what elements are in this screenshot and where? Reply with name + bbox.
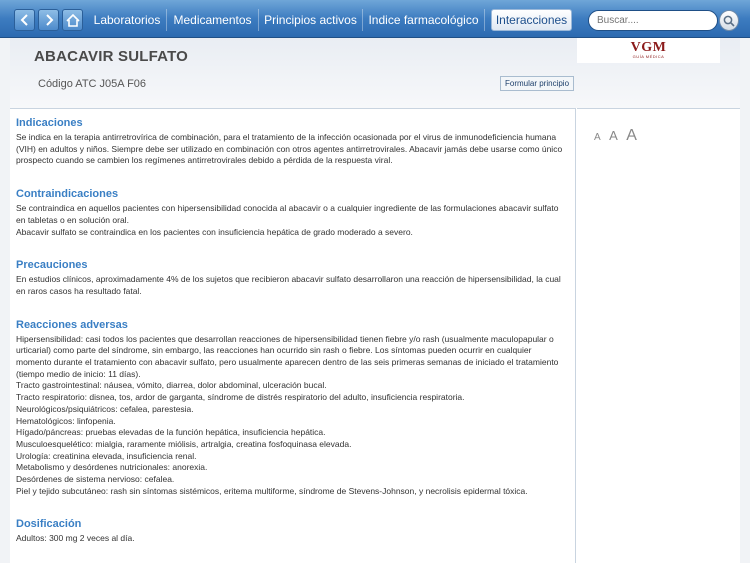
left-margin xyxy=(0,38,10,563)
tab-indice-farmacologico[interactable]: Indice farmacológico xyxy=(363,9,485,31)
section-body: Se contraindica en aquellos pacientes co… xyxy=(16,203,559,237)
tab-medicamentos[interactable]: Medicamentos xyxy=(167,9,259,31)
font-size-medium-button[interactable]: A xyxy=(609,128,618,143)
font-size-controls: A A A xyxy=(594,127,641,145)
search-icon xyxy=(723,15,735,27)
monograph-content[interactable]: Indicaciones Se indica en la terapia ant… xyxy=(10,108,576,563)
right-sidebar: A A A xyxy=(577,108,740,563)
section-heading: Contraindicaciones xyxy=(16,188,119,201)
section-body: Hipersensibilidad: casi todos los pacien… xyxy=(16,333,559,496)
vgm-logo: VGM GUÍA MÉDICA xyxy=(577,38,720,63)
section-indicaciones: Indicaciones Se indica en la terapia ant… xyxy=(16,117,567,167)
font-size-small-button[interactable]: A xyxy=(594,132,601,143)
section-heading: Dosificación xyxy=(16,518,82,531)
logo-text: VGM xyxy=(630,40,667,55)
drug-header: ABACAVIR SULFATO Código ATC J05A F06 For… xyxy=(10,38,740,108)
section-body: Adultos: 300 mg 2 veces al día. xyxy=(16,533,135,544)
section-heading: Indicaciones xyxy=(16,117,83,129)
back-button[interactable] xyxy=(14,9,35,31)
formular-principio-button[interactable]: Formular principio xyxy=(500,76,575,91)
section-dosificacion: Dosificación Adultos: 300 mg 2 veces al … xyxy=(16,518,567,545)
section-body: En estudios clínicos, aproximadamente 4%… xyxy=(16,274,561,296)
tab-laboratorios[interactable]: Laboratorios xyxy=(88,9,167,31)
logo-subtitle: GUÍA MÉDICA xyxy=(632,54,665,59)
chevron-left-icon xyxy=(20,14,28,26)
right-margin xyxy=(740,38,750,563)
search-button[interactable] xyxy=(719,10,739,31)
atc-code: Código ATC J05A F06 xyxy=(38,78,147,90)
tab-principios-activos[interactable]: Principios activos xyxy=(259,9,363,31)
section-reacciones-adversas: Reacciones adversas Hipersensibilidad: c… xyxy=(16,319,567,498)
section-body: Se indica en la terapia antirretrovírica… xyxy=(16,132,563,166)
section-heading: Precauciones xyxy=(16,259,88,272)
tab-interacciones[interactable]: Interacciones xyxy=(491,9,572,31)
home-icon xyxy=(65,13,80,27)
forward-button[interactable] xyxy=(38,9,59,31)
search-input[interactable] xyxy=(588,10,718,31)
home-button[interactable] xyxy=(62,9,83,31)
section-precauciones: Precauciones En estudios clínicos, aprox… xyxy=(16,259,567,297)
page-title: ABACAVIR SULFATO xyxy=(34,48,189,65)
section-contraindicaciones: Contraindicaciones Se contraindica en aq… xyxy=(16,188,567,238)
font-size-large-button[interactable]: A xyxy=(626,127,637,145)
top-navigation-bar: Laboratorios Medicamentos Principios act… xyxy=(0,0,750,38)
chevron-right-icon xyxy=(45,14,53,26)
section-heading: Reacciones adversas xyxy=(16,318,128,331)
